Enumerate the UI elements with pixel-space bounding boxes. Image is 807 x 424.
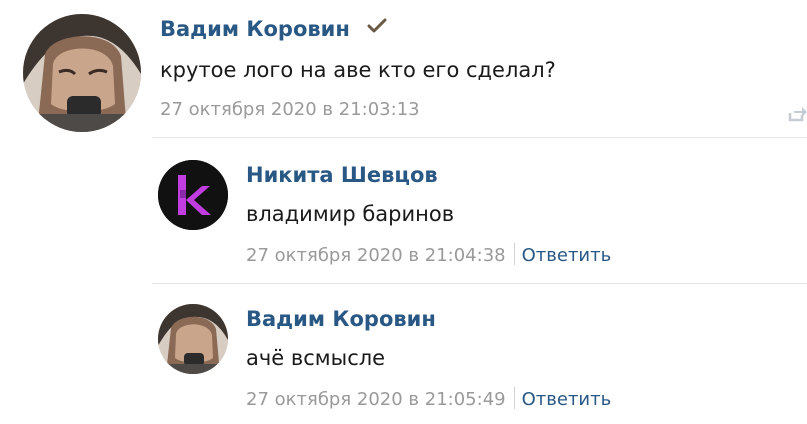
reply-button[interactable]: Ответить <box>522 245 612 266</box>
comment-author[interactable]: Вадим Коровин <box>160 15 387 41</box>
separator <box>513 243 515 265</box>
comment-author[interactable]: Вадим Коровин <box>246 307 436 331</box>
author-name[interactable]: Вадим Коровин <box>160 17 350 41</box>
comment-text: крутое лого на аве кто его сделал? <box>160 58 556 82</box>
comment-text: ачё всмысле <box>246 346 386 370</box>
comment-meta: 27 октября 2020 в 21:04:38 Ответить <box>246 243 611 266</box>
share-icon[interactable] <box>788 103 807 127</box>
comment-date[interactable]: 27 октября 2020 в 21:05:49 <box>246 389 506 410</box>
divider <box>152 283 807 284</box>
avatar[interactable] <box>23 14 141 132</box>
comment-date[interactable]: 27 октября 2020 в 21:04:38 <box>246 245 506 266</box>
user-photo-icon <box>23 14 141 132</box>
comment-text: владимир баринов <box>246 202 455 226</box>
avatar[interactable] <box>158 304 228 374</box>
checkmark-icon <box>367 15 387 39</box>
comment-meta: 27 октября 2020 в 21:05:49 Ответить <box>246 387 611 410</box>
avatar[interactable] <box>158 160 228 230</box>
comment-date[interactable]: 27 октября 2020 в 21:03:13 <box>160 99 420 120</box>
reply-button[interactable]: Ответить <box>522 389 612 410</box>
comment-author[interactable]: Никита Шевцов <box>246 163 438 187</box>
user-photo-icon <box>158 304 228 374</box>
separator <box>513 387 515 409</box>
divider <box>152 137 807 138</box>
k-logo-icon <box>158 160 228 230</box>
